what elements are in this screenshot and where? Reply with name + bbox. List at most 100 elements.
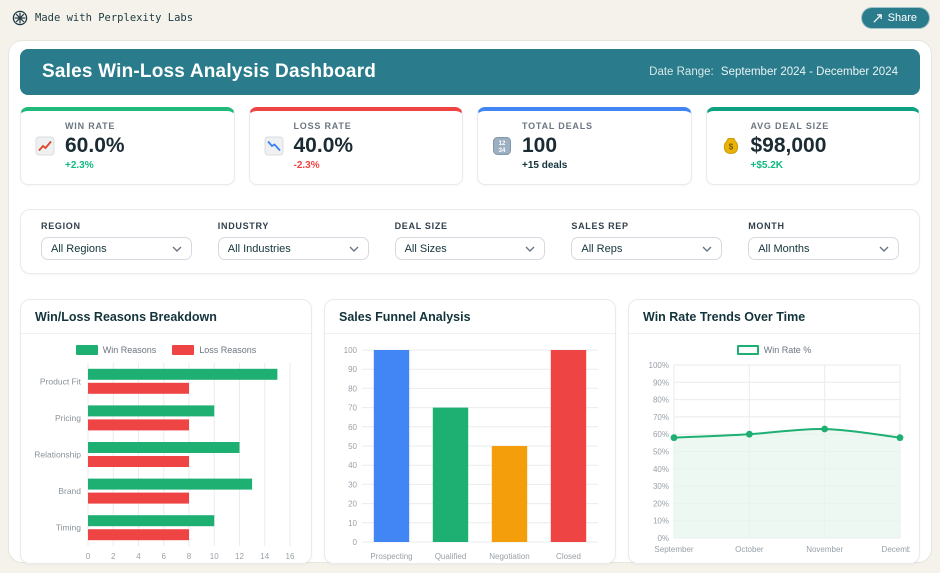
svg-text:12: 12 (499, 141, 506, 147)
legend-swatch (76, 345, 98, 355)
legend-label: Win Reasons (103, 345, 157, 355)
date-range-label: Date Range: (649, 66, 714, 78)
svg-text:30%: 30% (653, 482, 669, 491)
svg-text:8: 8 (187, 552, 192, 561)
chevron-down-icon (172, 246, 182, 252)
kpi-delta: +15 deals (522, 160, 593, 171)
brand: Made with Perplexity Labs (12, 10, 193, 26)
svg-text:40%: 40% (653, 465, 669, 474)
industry-select[interactable]: All Industries (218, 237, 369, 260)
svg-text:14: 14 (260, 552, 269, 561)
svg-text:Product Fit: Product Fit (40, 376, 82, 386)
legend-item: Win Rate % (737, 345, 812, 355)
filter-label: INDUSTRY (218, 221, 369, 231)
filter-month: MONTH All Months (748, 221, 899, 260)
svg-text:20%: 20% (653, 499, 669, 508)
svg-text:2: 2 (111, 552, 116, 561)
svg-text:20: 20 (348, 500, 357, 509)
dashboard-header: Sales Win-Loss Analysis Dashboard Date R… (20, 49, 920, 95)
chart-title: Win Rate Trends Over Time (629, 300, 919, 334)
svg-text:December: December (882, 545, 910, 554)
month-select[interactable]: All Months (748, 237, 899, 260)
svg-text:90: 90 (348, 365, 357, 374)
svg-text:October: October (735, 545, 764, 554)
svg-text:34: 34 (499, 148, 506, 154)
kpi-value: 100 (522, 134, 593, 157)
sales-rep-select-value: All Reps (581, 243, 622, 255)
share-button[interactable]: Share (861, 7, 930, 29)
legend-label: Win Rate % (764, 345, 812, 355)
month-select-value: All Months (758, 243, 809, 255)
share-icon (872, 13, 883, 24)
filter-label: REGION (41, 221, 192, 231)
kpi-card-avg-deal-size: $ AVG DEAL SIZE $98,000 +$5.2K (706, 107, 921, 185)
filter-label: DEAL SIZE (395, 221, 546, 231)
svg-text:100: 100 (344, 346, 358, 355)
page-title: Sales Win-Loss Analysis Dashboard (42, 61, 376, 83)
chevron-down-icon (879, 246, 889, 252)
chart-card-win-rate-trends: Win Rate Trends Over Time Win Rate %0%10… (628, 299, 920, 564)
date-range: Date Range: September 2024 - December 20… (649, 66, 898, 78)
industry-select-value: All Industries (228, 243, 291, 255)
kpi-label: WIN RATE (65, 121, 125, 131)
chart-title: Sales Funnel Analysis (325, 300, 615, 334)
svg-text:Closed: Closed (556, 552, 581, 561)
kpi-card-win-rate: WIN RATE 60.0% +2.3% (20, 107, 235, 185)
filter-sales-rep: SALES REP All Reps (571, 221, 722, 260)
legend-swatch (172, 345, 194, 355)
kpi-card-loss-rate: LOSS RATE 40.0% -2.3% (249, 107, 464, 185)
legend-item: Win Reasons (76, 345, 157, 355)
svg-text:10: 10 (210, 552, 219, 561)
svg-text:90%: 90% (653, 378, 669, 387)
kpi-value: $98,000 (751, 134, 830, 157)
chevron-down-icon (349, 246, 359, 252)
region-select[interactable]: All Regions (41, 237, 192, 260)
share-button-label: Share (888, 12, 917, 24)
svg-text:November: November (806, 545, 843, 554)
kpi-label: TOTAL DEALS (522, 121, 593, 131)
brand-text: Made with Perplexity Labs (35, 12, 193, 24)
deal-size-select[interactable]: All Sizes (395, 237, 546, 260)
winloss-reasons-svg: 0 2 4 6 8 10 12 14 16 Product Fit Pricing Relations… (30, 360, 302, 564)
filters-panel: REGION All Regions INDUSTRY All Industri… (20, 209, 920, 274)
chart-legend: Win Rate % (638, 342, 910, 358)
filter-label: SALES REP (571, 221, 722, 231)
kpi-value: 40.0% (294, 134, 354, 157)
svg-text:0: 0 (86, 552, 91, 561)
chevron-down-icon (702, 246, 712, 252)
topbar: Made with Perplexity Labs Share (0, 0, 940, 36)
svg-text:10: 10 (348, 519, 357, 528)
svg-text:70: 70 (348, 404, 357, 413)
svg-text:60: 60 (348, 423, 357, 432)
numbers-icon: 1234 (492, 136, 512, 174)
svg-text:Prospecting: Prospecting (370, 552, 412, 561)
svg-text:Brand: Brand (58, 486, 81, 496)
trend-down-icon (264, 136, 284, 174)
sales-funnel-svg: 0102030405060708090100ProspectingQualifi… (334, 342, 606, 564)
svg-text:Pricing: Pricing (55, 413, 81, 423)
money-bag-icon: $ (721, 136, 741, 174)
region-select-value: All Regions (51, 243, 107, 255)
perplexity-logo-icon (12, 10, 28, 26)
svg-text:6: 6 (162, 552, 167, 561)
svg-text:4: 4 (136, 552, 141, 561)
svg-text:70%: 70% (653, 413, 669, 422)
sales-rep-select[interactable]: All Reps (571, 237, 722, 260)
svg-text:September: September (654, 545, 693, 554)
svg-text:Negotiation: Negotiation (489, 552, 529, 561)
svg-text:Relationship: Relationship (34, 450, 81, 460)
svg-text:80%: 80% (653, 396, 669, 405)
filter-region: REGION All Regions (41, 221, 192, 260)
trend-up-icon (35, 136, 55, 174)
win-rate-trends-chart: Win Rate %0%10%20%30%40%50%60%70%80%90%1… (629, 334, 919, 564)
kpi-label: LOSS RATE (294, 121, 354, 131)
svg-text:50%: 50% (653, 448, 669, 457)
filter-industry: INDUSTRY All Industries (218, 221, 369, 260)
svg-text:12: 12 (235, 552, 244, 561)
kpi-delta: +2.3% (65, 160, 125, 171)
svg-text:40: 40 (348, 461, 357, 470)
kpi-delta: -2.3% (294, 160, 354, 171)
svg-text:16: 16 (286, 552, 295, 561)
svg-text:100%: 100% (649, 361, 669, 370)
kpi-card-total-deals: 1234 TOTAL DEALS 100 +15 deals (477, 107, 692, 185)
